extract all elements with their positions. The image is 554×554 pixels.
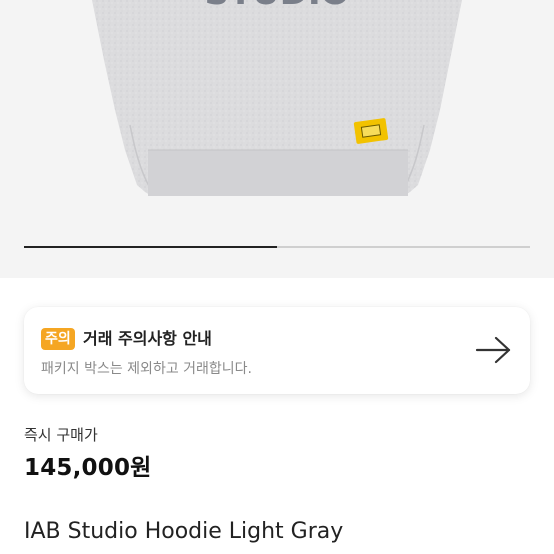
notice-title: 거래 주의사항 안내 bbox=[83, 329, 212, 348]
notice-description: 패키지 박스는 제외하고 거래합니다. bbox=[41, 361, 252, 377]
arrow-right-icon bbox=[475, 336, 511, 364]
gallery-progress-fill bbox=[24, 246, 277, 248]
hoodie-image: STUDIO bbox=[92, 0, 462, 196]
instant-buy-label: 즉시 구매가 bbox=[24, 426, 98, 444]
instant-buy-price: 145,000원 bbox=[24, 455, 152, 481]
product-name: IAB Studio Hoodie Light Gray bbox=[24, 519, 344, 544]
trade-notice-card[interactable]: 주의 거래 주의사항 안내 패키지 박스는 제외하고 거래합니다. bbox=[24, 307, 530, 394]
notice-badge: 주의 bbox=[41, 328, 75, 350]
product-image-gallery[interactable]: STUDIO bbox=[0, 0, 554, 278]
gallery-progress-track bbox=[24, 246, 530, 248]
svg-text:STUDIO: STUDIO bbox=[204, 0, 349, 13]
